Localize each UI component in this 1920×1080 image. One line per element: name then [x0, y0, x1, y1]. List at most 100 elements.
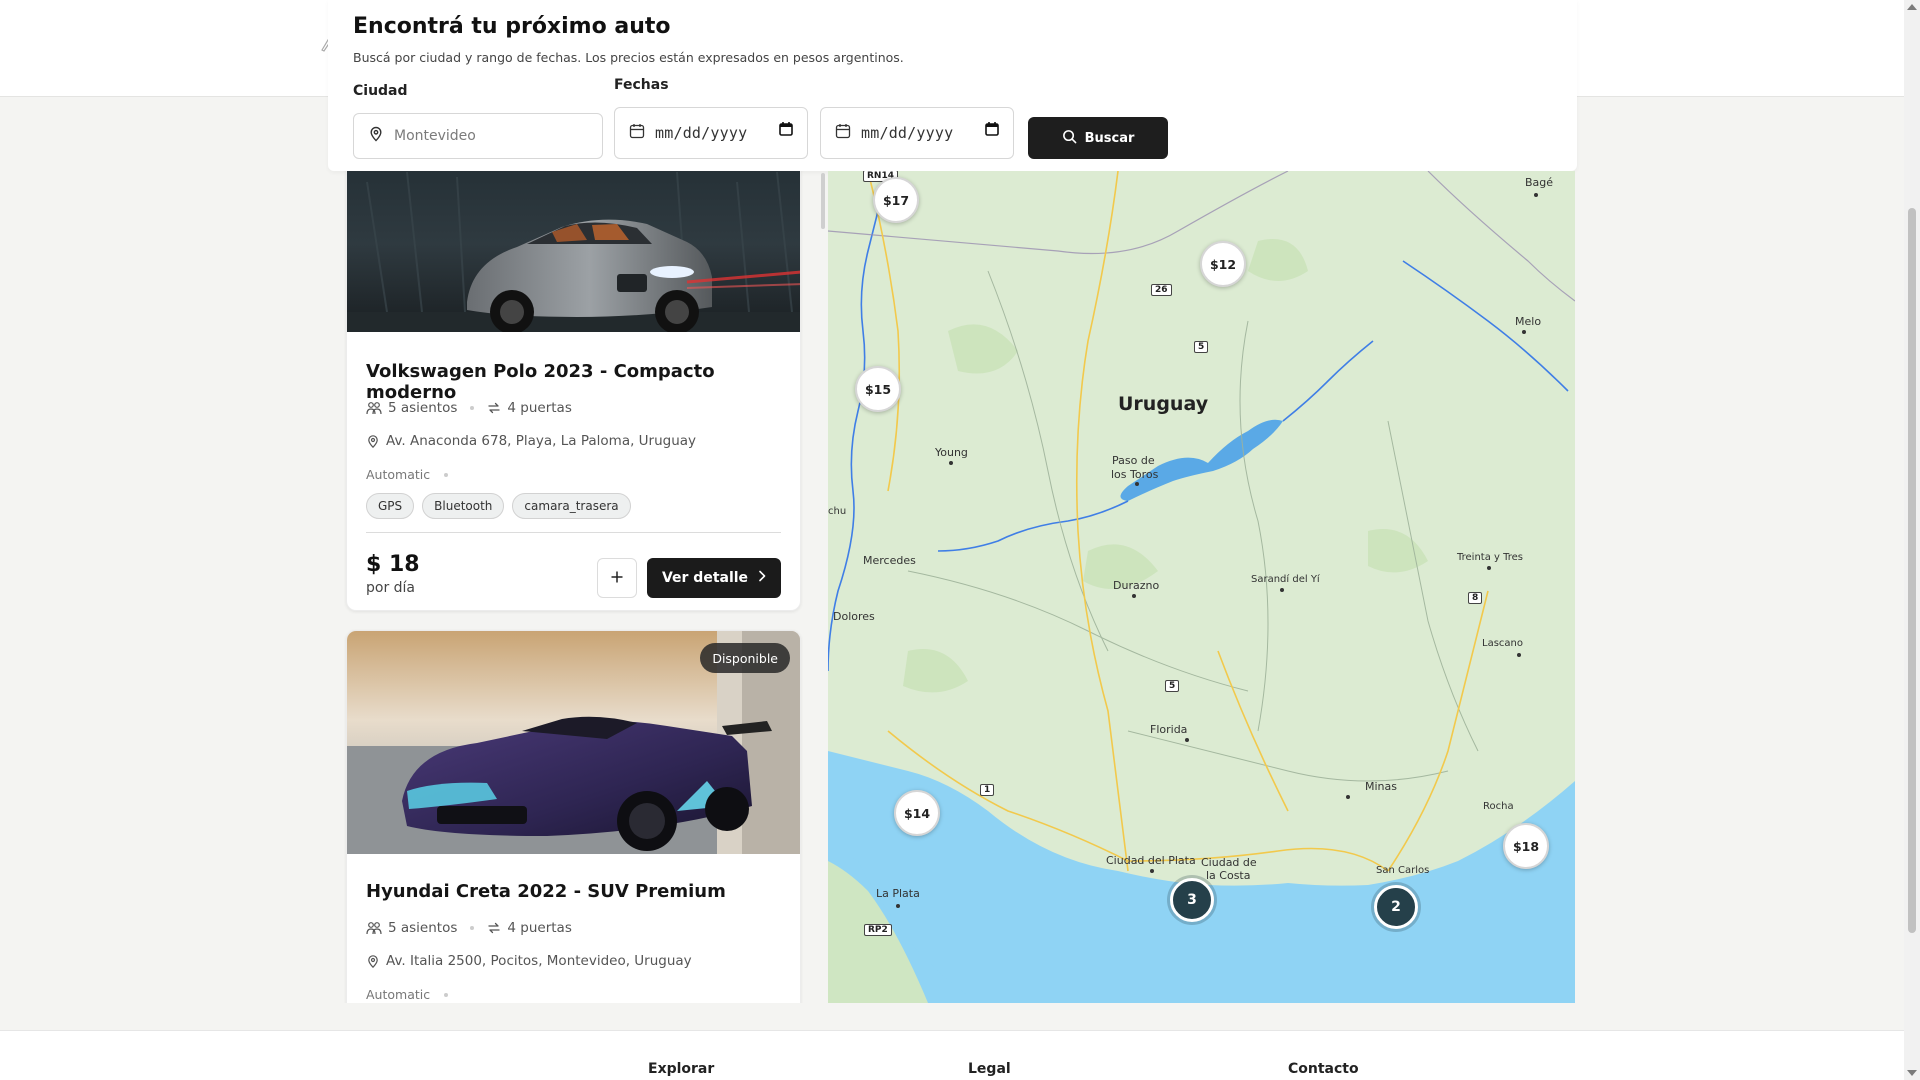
seats-text: 5 asientos [388, 400, 458, 416]
availability-badge: Disponible [700, 643, 790, 673]
scroll-up-arrow-icon[interactable] [1907, 4, 1917, 10]
car-card[interactable]: Disponible Hyundai Creta 2022 - SUV Prem… [346, 630, 801, 1003]
city-input-placeholder: Montevideo [394, 128, 476, 144]
scroll-down-arrow-icon[interactable] [1907, 1070, 1917, 1076]
calendar-icon [835, 123, 851, 143]
end-date-placeholder: mm/dd/yyyy [861, 124, 954, 142]
list-scrollbar-thumb[interactable] [821, 173, 825, 229]
price-pin[interactable]: $12 [1200, 241, 1246, 287]
car-card[interactable]: Volkswagen Polo 2023 - Compacto moderno … [346, 171, 801, 611]
footer-legal-heading: Legal [968, 1061, 1011, 1077]
map-place-label: Melo [1515, 315, 1542, 328]
end-date-input[interactable]: mm/dd/yyyy [820, 107, 1014, 159]
map[interactable]: Uruguay Bagé Melo Young Paso de los Toro… [828, 171, 1575, 1003]
map-place-label: Ciudad de [1201, 856, 1257, 869]
car-list[interactable]: Volkswagen Polo 2023 - Compacto moderno … [343, 171, 823, 1003]
map-place-label: Florida [1150, 723, 1188, 736]
map-place-label: Lascano [1482, 638, 1523, 649]
separator-dot [444, 992, 449, 997]
footer: Explorar Legal Contacto [0, 1030, 1904, 1080]
doors-icon [487, 401, 501, 415]
feature-chips: GPS Bluetooth camara_trasera [366, 493, 631, 519]
map-place-label: los Toros [1111, 468, 1159, 481]
search-button[interactable]: Buscar [1028, 117, 1168, 159]
start-date-input[interactable]: mm/dd/yyyy [614, 107, 808, 159]
map-cluster[interactable]: 3 [1170, 878, 1214, 922]
map-place-label: Ciudad del Plata [1106, 854, 1196, 867]
car-photo[interactable]: Disponible [347, 631, 800, 854]
car-title[interactable]: Hyundai Creta 2022 - SUV Premium [366, 881, 726, 902]
feature-chip: GPS [366, 493, 415, 519]
map-place-label: Rocha [1483, 801, 1514, 812]
route-shield: 1 [980, 784, 995, 796]
address-text: Av. Italia 2500, Pocitos, Montevideo, Ur… [386, 953, 692, 969]
page-scrollbar-thumb[interactable] [1908, 208, 1916, 933]
separator-dot [470, 406, 475, 410]
map-place-label: Durazno [1113, 579, 1160, 592]
city-marker [1135, 482, 1139, 486]
doors-icon [487, 921, 501, 935]
transmission: Automatic [366, 467, 449, 482]
search-panel: Encontrá tu próximo auto Buscá por ciuda… [328, 0, 1577, 171]
address-text: Av. Anaconda 678, Playa, La Paloma, Urug… [386, 433, 697, 449]
price-unit: por día [366, 580, 416, 596]
map-place-label: Mercedes [863, 554, 916, 567]
route-shield: 5 [1165, 680, 1180, 692]
footer-explore-heading: Explorar [648, 1061, 715, 1077]
map-cluster[interactable]: 2 [1374, 885, 1418, 929]
map-place-label: Treinta y Tres [1457, 552, 1524, 563]
city-marker [1185, 738, 1189, 742]
transmission: Automatic [366, 987, 449, 1002]
car-specs: 5 asientos 4 puertas [366, 920, 572, 936]
city-marker [949, 461, 953, 465]
seats-icon [366, 401, 382, 415]
car-title[interactable]: Volkswagen Polo 2023 - Compacto moderno [366, 361, 800, 403]
map-place-label: Young [935, 446, 968, 459]
map-base [828, 171, 1575, 1003]
map-place-label: la Costa [1206, 869, 1251, 882]
car-address: Av. Italia 2500, Pocitos, Montevideo, Ur… [366, 953, 692, 969]
map-place-label: Dolores [833, 610, 875, 623]
add-compare-button[interactable] [597, 558, 637, 598]
card-divider [366, 532, 781, 533]
city-marker [896, 904, 900, 908]
view-detail-label: Ver detalle [661, 570, 749, 586]
route-shield: 8 [1468, 592, 1483, 604]
transmission-text: Automatic [366, 987, 431, 1002]
separator-dot [470, 926, 475, 930]
feature-chip: Bluetooth [422, 493, 505, 519]
map-place-label: Sarandí del Yí [1251, 574, 1320, 585]
city-marker [1522, 330, 1526, 334]
route-shield: RP2 [864, 924, 892, 936]
search-title: Encontrá tu próximo auto [353, 14, 671, 39]
city-marker [1487, 566, 1491, 570]
chevron-right-icon [758, 570, 766, 586]
price-pin[interactable]: $17 [873, 177, 919, 223]
start-date-placeholder: mm/dd/yyyy [655, 124, 748, 142]
transmission-text: Automatic [366, 467, 431, 482]
route-shield: 5 [1194, 341, 1209, 353]
map-place-label: Minas [1365, 780, 1397, 793]
price-pin[interactable]: $14 [894, 790, 940, 836]
price: $ 18 [366, 552, 420, 577]
city-marker [1346, 795, 1350, 799]
list-scrollbar[interactable] [818, 171, 826, 1003]
seats-icon [366, 921, 382, 935]
dates-label: Fechas [614, 77, 669, 93]
city-marker [1280, 588, 1284, 592]
city-input[interactable]: Montevideo [353, 113, 603, 159]
doors-text: 4 puertas [507, 920, 572, 936]
map-country-label: Uruguay [1118, 393, 1209, 415]
car-photo[interactable] [347, 171, 800, 334]
city-marker [1150, 869, 1154, 873]
map-place-label: Paso de [1112, 454, 1155, 467]
seats-text: 5 asientos [388, 920, 458, 936]
price-pin[interactable]: $15 [855, 366, 901, 412]
view-detail-button[interactable]: Ver detalle [647, 558, 781, 598]
page-scrollbar[interactable] [1904, 0, 1920, 1080]
calendar-picker-icon[interactable] [985, 121, 999, 141]
car-address: Av. Anaconda 678, Playa, La Paloma, Urug… [366, 433, 696, 449]
price-pin[interactable]: $18 [1503, 823, 1549, 869]
map-place-label: San Carlos [1376, 865, 1430, 876]
calendar-picker-icon[interactable] [779, 121, 793, 141]
